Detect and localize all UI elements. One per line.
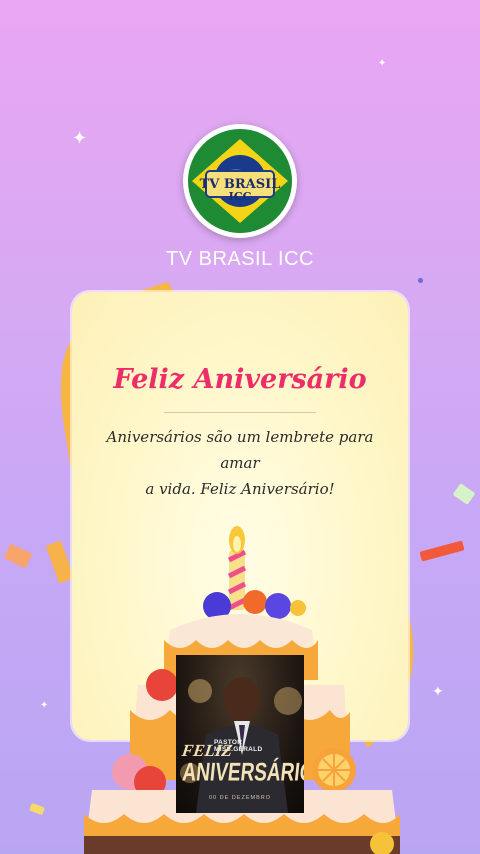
logo-text-line2: ICC — [228, 190, 252, 203]
channel-logo: TV BRASIL ICC — [183, 124, 297, 238]
photo-date-text: 00 DE DEZEMBRO — [209, 795, 271, 801]
pastor-portrait — [180, 677, 302, 813]
photo-feliz-text: FELIZ — [180, 741, 234, 760]
birthday-photo: PASTOR MISS.GERALD FELIZ ANIVERSÁRIO 00 … — [176, 655, 304, 813]
card-title: Feliz Aniversário — [113, 364, 367, 395]
photo-aniversario-text: ANIVERSÁRIO — [181, 759, 304, 788]
confetti-piece — [418, 278, 423, 283]
card-message-line1: Aniversários são um lembrete para amar — [106, 428, 374, 472]
sparkle-icon: ✦ — [378, 58, 387, 69]
card-divider — [164, 412, 316, 413]
channel-name: TV BRASIL ICC — [165, 248, 314, 270]
sparkle-icon: ✦ — [72, 128, 88, 149]
